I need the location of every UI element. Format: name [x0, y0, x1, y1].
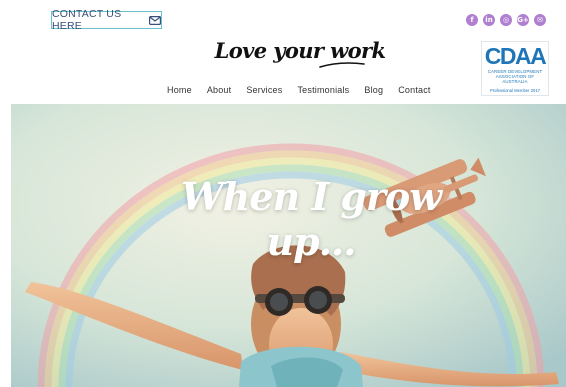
site-logo[interactable]: Love your work: [200, 38, 400, 63]
main-nav: Home About Services Testimonials Blog Co…: [167, 85, 431, 95]
contact-us-label: CONTACT US HERE: [52, 8, 122, 32]
hero-title: When I grow up...: [181, 174, 442, 264]
cdaa-association-name: CAREER DEVELOPMENT ASSOCIATION OF AUSTRA…: [487, 69, 543, 84]
nav-services[interactable]: Services: [246, 85, 282, 95]
nav-testimonials[interactable]: Testimonials: [297, 85, 349, 95]
hero-banner: When I grow up...: [11, 104, 566, 387]
social-links: f in ◎ G+ ✉: [466, 14, 546, 26]
cdaa-logo-mark: CDAA: [484, 43, 547, 69]
email-icon[interactable]: ✉: [534, 14, 546, 26]
nav-about[interactable]: About: [207, 85, 232, 95]
google-plus-icon[interactable]: G+: [517, 14, 529, 26]
contact-us-button[interactable]: CONTACT US HERE: [51, 8, 162, 32]
cdaa-member-badge: CDAA CAREER DEVELOPMENT ASSOCIATION OF A…: [481, 41, 549, 96]
cdaa-membership-label: Professional Member 2017: [489, 88, 541, 93]
nav-blog[interactable]: Blog: [364, 85, 383, 95]
nav-home[interactable]: Home: [167, 85, 192, 95]
instagram-icon[interactable]: ◎: [500, 14, 512, 26]
facebook-icon[interactable]: f: [466, 14, 478, 26]
linkedin-icon[interactable]: in: [483, 14, 495, 26]
envelope-icon: [149, 15, 161, 25]
nav-contact[interactable]: Contact: [398, 85, 430, 95]
logo-underline-swash: [319, 62, 365, 68]
